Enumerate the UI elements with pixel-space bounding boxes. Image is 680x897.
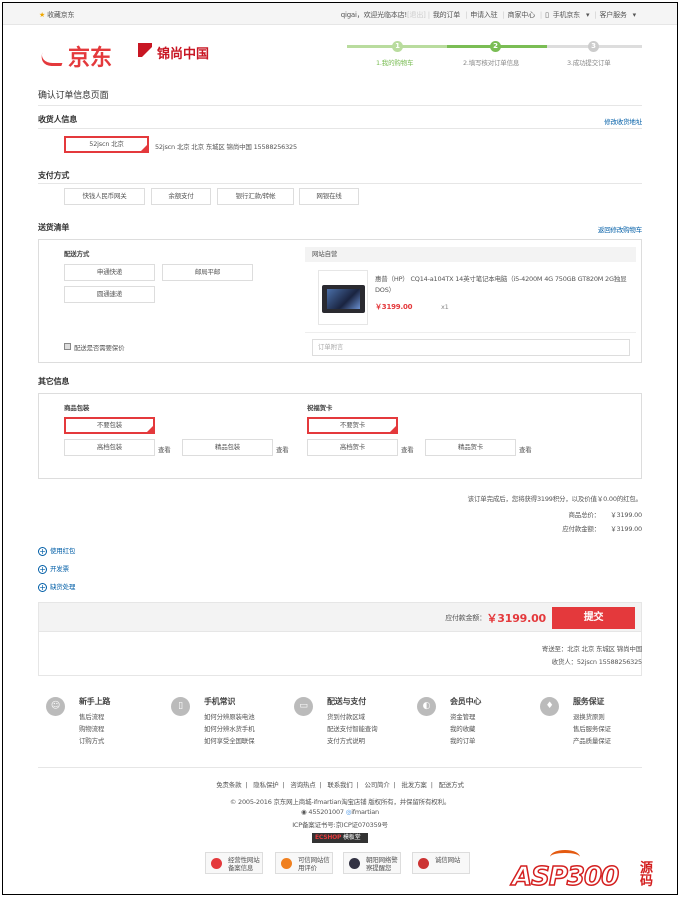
page-frame [2, 2, 678, 895]
